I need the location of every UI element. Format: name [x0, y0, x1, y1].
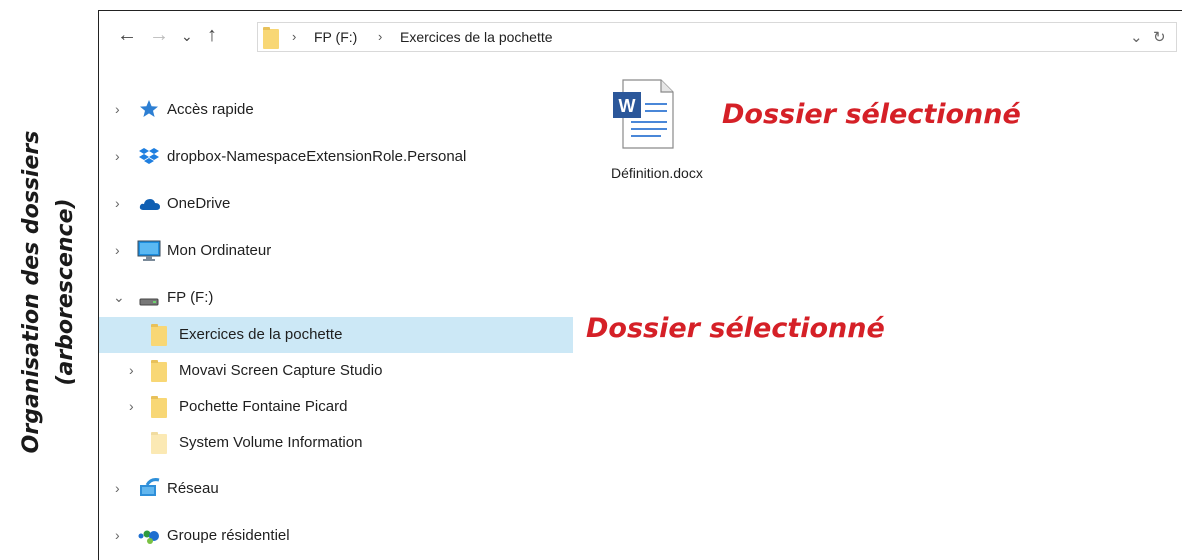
- computer-icon: [137, 240, 161, 266]
- up-button[interactable]: ↑: [207, 23, 217, 47]
- refresh-icon[interactable]: ↻: [1153, 28, 1166, 46]
- annotation-middle: Dossier sélectionné: [586, 313, 885, 344]
- drive-icon: [139, 294, 159, 311]
- recent-locations-button[interactable]: ⌄: [181, 24, 193, 48]
- homegroup-icon: [137, 526, 161, 550]
- nav-item-movavi[interactable]: › Movavi Screen Capture Studio: [99, 353, 573, 389]
- star-icon: [139, 99, 159, 123]
- expand-icon[interactable]: ›: [115, 195, 120, 211]
- expand-icon[interactable]: ›: [115, 101, 120, 117]
- nav-item-label: FP (F:): [167, 289, 214, 306]
- expand-icon[interactable]: ›: [115, 480, 120, 496]
- nav-item-label: System Volume Information: [179, 434, 363, 451]
- nav-item-label: Groupe résidentiel: [167, 527, 290, 544]
- nav-item-pochette-fontaine-picard[interactable]: › Pochette Fontaine Picard: [99, 389, 573, 425]
- expand-icon[interactable]: ›: [115, 148, 120, 164]
- forward-button[interactable]: →: [149, 23, 169, 47]
- file-name: Définition.docx: [611, 165, 703, 181]
- collapse-icon[interactable]: ⌄: [113, 289, 125, 306]
- folder-icon: [151, 396, 167, 418]
- nav-item-groupe-residentiel[interactable]: › Groupe résidentiel: [99, 518, 573, 554]
- side-caption-line-1: Organisation des dossiers: [19, 130, 44, 454]
- nav-item-reseau[interactable]: › Réseau: [99, 471, 573, 507]
- expand-icon[interactable]: ›: [129, 398, 134, 414]
- nav-item-onedrive[interactable]: › OneDrive: [99, 186, 573, 222]
- side-caption-text: Organisation des dossiers (arborescence): [15, 131, 83, 454]
- folder-icon: [263, 27, 279, 49]
- nav-item-label: Accès rapide: [167, 101, 254, 118]
- nav-item-acces-rapide[interactable]: › Accès rapide: [99, 92, 573, 128]
- dropbox-icon: [139, 147, 159, 169]
- back-button[interactable]: ←: [117, 23, 137, 47]
- explorer-window: ← → ⌄ ↑ › FP (F:) › Exercices de la poch…: [98, 10, 1182, 560]
- nav-item-system-volume-information[interactable]: System Volume Information: [99, 425, 573, 461]
- expand-icon[interactable]: ›: [129, 362, 134, 378]
- breadcrumb-separator[interactable]: ›: [292, 29, 296, 44]
- address-toolbar: ← → ⌄ ↑ › FP (F:) › Exercices de la poch…: [99, 11, 1182, 66]
- onedrive-icon: [139, 197, 161, 215]
- folder-icon: [151, 432, 167, 454]
- breadcrumb-fp-drive[interactable]: FP (F:): [314, 29, 357, 45]
- address-dropdown-icon[interactable]: ⌄: [1130, 28, 1143, 46]
- nav-item-label: Movavi Screen Capture Studio: [179, 362, 383, 379]
- folder-icon: [151, 324, 167, 346]
- side-caption: Organisation des dossiers (arborescence): [0, 0, 98, 560]
- nav-item-label: dropbox-NamespaceExtensionRole.Personal: [167, 148, 467, 165]
- nav-item-exercices-de-la-pochette[interactable]: Exercices de la pochette: [99, 317, 573, 353]
- word-document-icon: W: [609, 78, 677, 150]
- annotation-top: Dossier sélectionné: [722, 99, 1021, 130]
- address-bar[interactable]: › FP (F:) › Exercices de la pochette ⌄ ↻: [257, 22, 1177, 52]
- network-icon: [137, 477, 161, 503]
- nav-item-fp-drive[interactable]: ⌄ FP (F:): [99, 280, 573, 316]
- expand-icon[interactable]: ›: [115, 242, 120, 258]
- nav-item-mon-ordinateur[interactable]: › Mon Ordinateur: [99, 233, 573, 269]
- breadcrumb-exercices[interactable]: Exercices de la pochette: [400, 29, 553, 45]
- nav-item-label: Exercices de la pochette: [179, 326, 343, 343]
- nav-item-dropbox[interactable]: › dropbox-NamespaceExtensionRole.Persona…: [99, 139, 573, 175]
- expand-icon[interactable]: ›: [115, 527, 120, 543]
- nav-item-label: Mon Ordinateur: [167, 242, 272, 259]
- nav-item-label: Réseau: [167, 480, 219, 497]
- nav-item-label: OneDrive: [167, 195, 231, 212]
- side-caption-line-2: (arborescence): [53, 198, 78, 386]
- navigation-pane: › Accès rapide › dropbox-NamespaceExtens…: [99, 66, 573, 560]
- folder-icon: [151, 360, 167, 382]
- breadcrumb-separator[interactable]: ›: [378, 29, 382, 44]
- nav-item-label: Pochette Fontaine Picard: [179, 398, 348, 415]
- word-badge: W: [619, 96, 636, 116]
